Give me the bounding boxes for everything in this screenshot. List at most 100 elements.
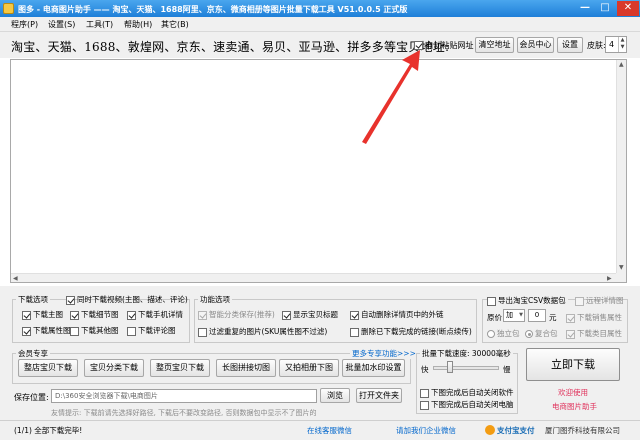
checkbox[interactable] [22, 310, 31, 320]
watermark-settings-button[interactable]: 批量加水印设置 [342, 359, 405, 377]
member-center-button[interactable]: 会员中心 [517, 37, 554, 53]
option-show-title[interactable]: 显示宝贝标题 [282, 309, 338, 320]
checkbox[interactable] [420, 388, 429, 398]
url-horizontal-scrollbar[interactable]: ◀ ▶ [11, 273, 616, 282]
option-label: 同时下载视频(主图、描述、评论) [77, 295, 188, 304]
open-folder-button[interactable]: 打开文件夹 [356, 388, 402, 403]
option-label: 下载其他图 [81, 326, 119, 335]
scroll-down-icon[interactable]: ▼ [619, 264, 624, 271]
enterprise-wechat-link[interactable]: 请加我们企业微信 [396, 425, 456, 436]
checkbox[interactable] [127, 326, 136, 336]
url-input-area[interactable] [10, 59, 627, 283]
checkbox[interactable] [420, 400, 429, 410]
checkbox[interactable] [70, 310, 79, 320]
checkbox[interactable] [566, 313, 575, 323]
option-download-mobile-detail[interactable]: 下载手机详情 [127, 309, 183, 320]
online-service-link[interactable]: 在线客服微信 [307, 425, 352, 436]
checkbox[interactable] [575, 296, 584, 306]
option-download-other-image[interactable]: 下载其他图 [70, 325, 119, 336]
skin-spinner[interactable]: 4 ▲ ▼ [605, 36, 627, 53]
price-operator-select[interactable]: 加 ▼ [503, 309, 525, 322]
welcome-text: 欢迎使用 [558, 388, 588, 397]
option-export-csv[interactable]: 导出淘宝CSV数据包 [487, 295, 568, 306]
menu-settings[interactable]: 设置(S) [48, 19, 75, 30]
shop-download-button[interactable]: 整店宝贝下载 [18, 359, 78, 377]
checkbox[interactable] [127, 310, 136, 320]
option-download-attribute-image[interactable]: 下载属性图 [22, 325, 71, 336]
checkbox[interactable] [282, 310, 291, 320]
save-path-input[interactable]: D:\360安全浏览器下载\电商图片 [51, 389, 317, 403]
menu-program[interactable]: 程序(P) [11, 19, 38, 30]
speed-slider-thumb[interactable] [446, 361, 453, 373]
option-remote-detail-image[interactable]: 远程详情图 [575, 295, 624, 306]
minimize-button[interactable]: — [576, 1, 594, 16]
checkbox[interactable] [198, 310, 207, 320]
option-label: 下载评论图 [138, 326, 176, 335]
checkbox[interactable] [66, 295, 75, 305]
maximize-button[interactable]: □ [596, 1, 614, 16]
auto-paste-label: 自动粘贴网址 [425, 41, 474, 50]
menu-other[interactable]: 其它(B) [161, 19, 189, 30]
dropdown-arrow-icon: ▼ [519, 312, 523, 318]
options-panel: 下载选项 同时下载视频(主图、描述、评论) 下载主图 下载细节图 下载手机详情 … [0, 286, 640, 440]
company-name: 厦门图乔科技有限公司 [545, 426, 620, 435]
close-button[interactable]: ✕ [617, 1, 639, 16]
price-unit-label: 元 [549, 313, 557, 322]
option-label: 下载属性图 [33, 326, 71, 335]
tip-text: 友情提示: 下载前请先选择好路径, 下载后不要改变路径, 否则数据包中显示不了图… [51, 409, 317, 417]
option-download-review-image[interactable]: 下载评论图 [127, 325, 176, 336]
more-features-link[interactable]: 更多专享功能>>> [350, 348, 418, 359]
radio[interactable] [487, 330, 495, 338]
page-download-button[interactable]: 整页宝贝下载 [150, 359, 210, 377]
option-smart-classify[interactable]: 智能分类保存(推荐) [198, 309, 275, 320]
save-location-label: 保存位置: [14, 393, 49, 402]
settings-button[interactable]: 设置 [557, 37, 583, 53]
option-download-detail-image[interactable]: 下载细节图 [70, 309, 119, 320]
category-download-button[interactable]: 宝贝分类下载 [84, 359, 144, 377]
spin-down-icon[interactable]: ▼ [618, 44, 626, 52]
option-download-main-image[interactable]: 下载主图 [22, 309, 63, 320]
checkbox[interactable] [22, 326, 31, 336]
spin-up-icon[interactable]: ▲ [618, 37, 626, 44]
checkbox[interactable] [350, 310, 359, 320]
radio-independent-package[interactable]: 独立包 [487, 328, 520, 339]
browse-button[interactable]: 浏览 [320, 388, 350, 403]
speed-slider-track[interactable] [433, 366, 499, 370]
scroll-right-icon[interactable]: ▶ [607, 275, 612, 282]
long-image-stitch-button[interactable]: 长图拼接切图 [216, 359, 276, 377]
scroll-up-icon[interactable]: ▲ [619, 61, 624, 68]
youpai-album-button[interactable]: 又拍相册下图 [279, 359, 339, 377]
option-label: 下载手机详情 [138, 310, 183, 319]
checkbox[interactable] [350, 327, 359, 337]
option-filter-duplicates[interactable]: 过滤重复的图片(SKU属性图不过滤) [198, 326, 327, 337]
option-close-app-after[interactable]: 下图完成后自动关闭软件 [420, 387, 514, 398]
option-delete-downloaded-links[interactable]: 删除已下载完成的链接(断点续传) [350, 326, 472, 337]
alipay-link[interactable]: 支付宝支付 [497, 425, 535, 436]
radio-combined-package[interactable]: 复合包 [525, 328, 558, 339]
checkbox[interactable] [198, 327, 207, 337]
checkbox[interactable] [566, 329, 575, 339]
option-label: 远程详情图 [586, 296, 624, 305]
option-label: 导出淘宝CSV数据包 [498, 296, 566, 305]
price-value-input[interactable]: 0 [528, 309, 546, 322]
scroll-left-icon[interactable]: ◀ [13, 275, 18, 282]
option-shutdown-after[interactable]: 下图完成后自动关闭电脑 [420, 399, 514, 410]
menu-tools[interactable]: 工具(T) [86, 19, 113, 30]
menu-help[interactable]: 帮助(H) [124, 19, 152, 30]
option-download-video[interactable]: 同时下载视频(主图、描述、评论) [66, 294, 188, 305]
option-sale-props[interactable]: 下载销售属性 [566, 312, 622, 323]
app-icon [3, 3, 14, 14]
option-category-props[interactable]: 下载类目属性 [566, 328, 622, 339]
original-price-label: 原价 [487, 313, 502, 322]
speed-fast-label: 快 [421, 365, 429, 374]
radio[interactable] [525, 330, 533, 338]
option-remove-external-links[interactable]: 自动删除详情页中的外链 [350, 309, 444, 320]
status-progress: (1/1) 全部下载完毕! [14, 426, 83, 435]
checkbox[interactable] [487, 296, 496, 306]
option-label: 下图完成后自动关闭电脑 [431, 400, 514, 409]
checkbox[interactable] [70, 326, 79, 336]
download-now-button[interactable]: 立即下载 [526, 348, 620, 381]
speed-title: 批量下载速度: 30000毫秒 [420, 348, 513, 359]
clear-address-button[interactable]: 清空地址 [475, 37, 514, 53]
url-vertical-scrollbar[interactable]: ▲ ▼ [616, 60, 626, 273]
